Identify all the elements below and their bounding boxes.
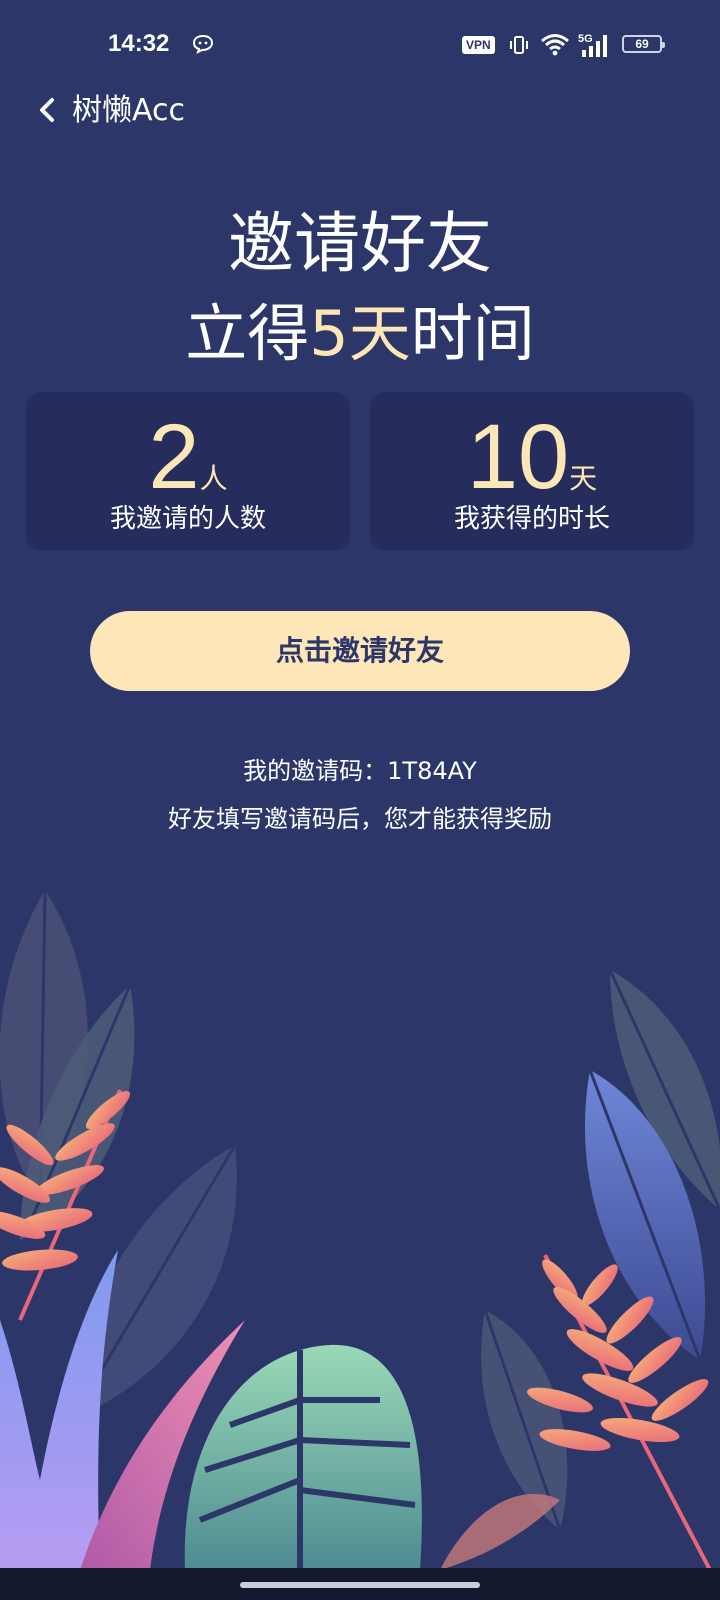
signal-icon: 5G (578, 33, 607, 57)
hero-title: 邀请好友 (228, 205, 492, 282)
battery-level: 69 (635, 37, 649, 51)
hero-subtitle-suffix: 时间 (410, 297, 535, 370)
invited-count-label: 我邀请的人数 (109, 504, 266, 534)
leaves-illustration (0, 889, 720, 1570)
earned-days-value-row: 10天 (370, 411, 694, 503)
invited-count-unit: 人 (199, 462, 228, 495)
vpn-badge: VPN (462, 36, 495, 54)
hero-subtitle-accent: 5天 (309, 297, 411, 370)
nav-bar (0, 1568, 720, 1600)
message-icon (192, 34, 214, 54)
page-title: 树懒Acc (72, 93, 185, 128)
earned-days-value: 10 (466, 406, 570, 508)
status-time: 14:32 (108, 30, 170, 57)
chevron-left-icon[interactable] (36, 92, 60, 128)
earned-days-unit: 天 (569, 462, 598, 495)
earned-days-label: 我获得的时长 (453, 504, 610, 534)
network-type: 5G (578, 33, 593, 45)
invite-hint: 好友填写邀请码后，您才能获得奖励 (168, 805, 552, 833)
vibrate-icon (510, 36, 528, 54)
home-gesture-handle[interactable] (240, 1582, 480, 1588)
invite-friends-button[interactable]: 点击邀请好友 (90, 611, 630, 691)
invited-count-value-row: 2人 (26, 411, 350, 503)
invite-code-line: 我的邀请码：1T84AY (0, 754, 720, 788)
invite-code-prefix: 我的邀请码： (243, 757, 388, 785)
invite-code-value[interactable]: 1T84AY (387, 757, 477, 785)
hero-subtitle: 立得5天时间 (0, 294, 720, 374)
battery-icon: 69 (622, 35, 665, 53)
status-bar: 14:32 VPN 5G 69 (0, 0, 720, 90)
earned-days-card: 10天 我获得的时长 (370, 392, 694, 550)
wifi-icon (541, 34, 569, 56)
invited-count-value: 2 (148, 406, 200, 508)
invited-count-card: 2人 我邀请的人数 (26, 392, 350, 550)
hero-subtitle-prefix: 立得 (185, 297, 310, 370)
